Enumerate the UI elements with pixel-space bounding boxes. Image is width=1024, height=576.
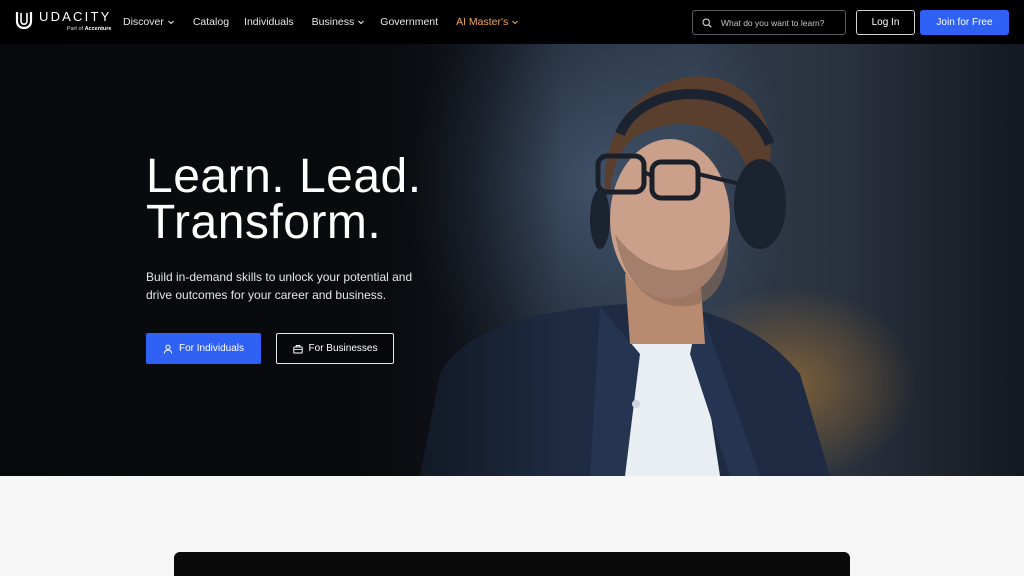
user-icon xyxy=(163,344,173,354)
hero-title: Learn. Lead. Transform. xyxy=(146,150,422,249)
nav-individuals[interactable]: Individuals xyxy=(244,16,294,28)
logo-wordmark: UDACITY xyxy=(39,9,112,24)
nav-individuals-label: Individuals xyxy=(244,16,294,28)
nav-business[interactable]: Business xyxy=(312,16,366,28)
logo-sub-brand: Accenture xyxy=(84,26,112,32)
udacity-logo-icon xyxy=(15,12,33,30)
top-nav-bar: UDACITY Part of Accenture Discover Catal… xyxy=(0,0,1024,44)
nav-discover[interactable]: Discover xyxy=(123,16,175,28)
hero-title-line-2: Transform. xyxy=(146,196,382,249)
search-icon xyxy=(702,17,712,28)
chevron-down-icon xyxy=(167,20,174,25)
search-box[interactable] xyxy=(692,10,846,35)
nav-ai-masters[interactable]: AI Master's xyxy=(456,16,519,28)
hero-subtitle: Build in-demand skills to unlock your po… xyxy=(146,270,413,302)
nav-government[interactable]: Government xyxy=(380,16,438,28)
featured-card xyxy=(174,552,850,576)
for-individuals-label: For Individuals xyxy=(178,343,245,354)
content-section xyxy=(0,476,1024,576)
nav-discover-label: Discover xyxy=(123,16,164,28)
login-button[interactable]: Log In xyxy=(856,10,915,35)
nav-government-label: Government xyxy=(380,16,439,28)
for-businesses-label: For Businesses xyxy=(308,343,378,354)
hero-gradient-overlay xyxy=(0,44,1024,476)
for-individuals-button[interactable]: For Individuals xyxy=(146,333,261,364)
for-businesses-button[interactable]: For Businesses xyxy=(276,333,394,364)
chevron-down-icon xyxy=(512,20,519,25)
logo-sub-prefix: Part of xyxy=(66,26,84,32)
nav-catalog-label: Catalog xyxy=(192,16,230,28)
udacity-logo[interactable]: UDACITY Part of Accenture xyxy=(15,10,111,36)
hero-title-line-1: Learn. Lead. xyxy=(146,150,422,203)
briefcase-icon xyxy=(292,344,303,353)
nav-business-label: Business xyxy=(311,16,355,28)
hero-section: Learn. Lead. Transform. Build in-demand … xyxy=(0,44,1024,476)
nav-catalog[interactable]: Catalog xyxy=(193,16,229,28)
logo-subtitle: Part of Accenture xyxy=(39,26,112,33)
chevron-down-icon xyxy=(358,20,365,25)
nav-ai-masters-label: AI Master's xyxy=(456,16,509,28)
join-free-button[interactable]: Join for Free xyxy=(920,10,1009,35)
main-nav: Discover Catalog Individuals Business Go… xyxy=(123,0,519,44)
search-input[interactable] xyxy=(721,17,841,28)
